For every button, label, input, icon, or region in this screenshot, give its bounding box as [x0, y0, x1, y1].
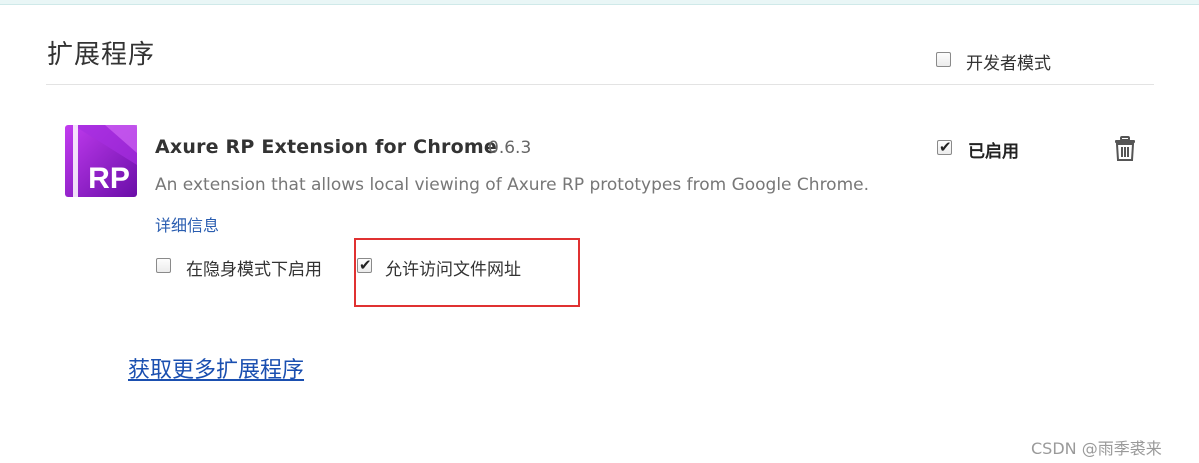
extensions-page: 扩展程序 开发者模式 RP Axure RP Extension for Chr…: [0, 0, 1199, 463]
page-title: 扩展程序: [47, 40, 156, 70]
developer-mode-label: 开发者模式: [966, 54, 1051, 74]
incognito-label: 在隐身模式下启用: [186, 260, 322, 280]
extension-name: Axure RP Extension for Chrome: [155, 136, 497, 158]
axure-rp-icon: RP: [65, 125, 137, 197]
developer-mode-checkbox[interactable]: [936, 52, 951, 67]
get-more-extensions-link[interactable]: 获取更多扩展程序: [128, 352, 304, 384]
svg-text:RP: RP: [88, 162, 130, 195]
extension-version: 0.6.3: [488, 138, 532, 158]
check-icon: ✔: [939, 138, 952, 156]
watermark: CSDN @雨季裘来: [1031, 439, 1162, 458]
incognito-checkbox[interactable]: [156, 258, 171, 273]
enabled-label: 已启用: [968, 142, 1019, 162]
top-border: [0, 0, 1199, 5]
trash-icon[interactable]: [1113, 136, 1137, 162]
details-link[interactable]: 详细信息: [155, 212, 219, 236]
highlight-annotation-box: [354, 238, 580, 307]
extension-description: An extension that allows local viewing o…: [155, 175, 870, 195]
header-divider: [46, 84, 1154, 85]
enabled-checkbox[interactable]: ✔: [937, 138, 952, 156]
